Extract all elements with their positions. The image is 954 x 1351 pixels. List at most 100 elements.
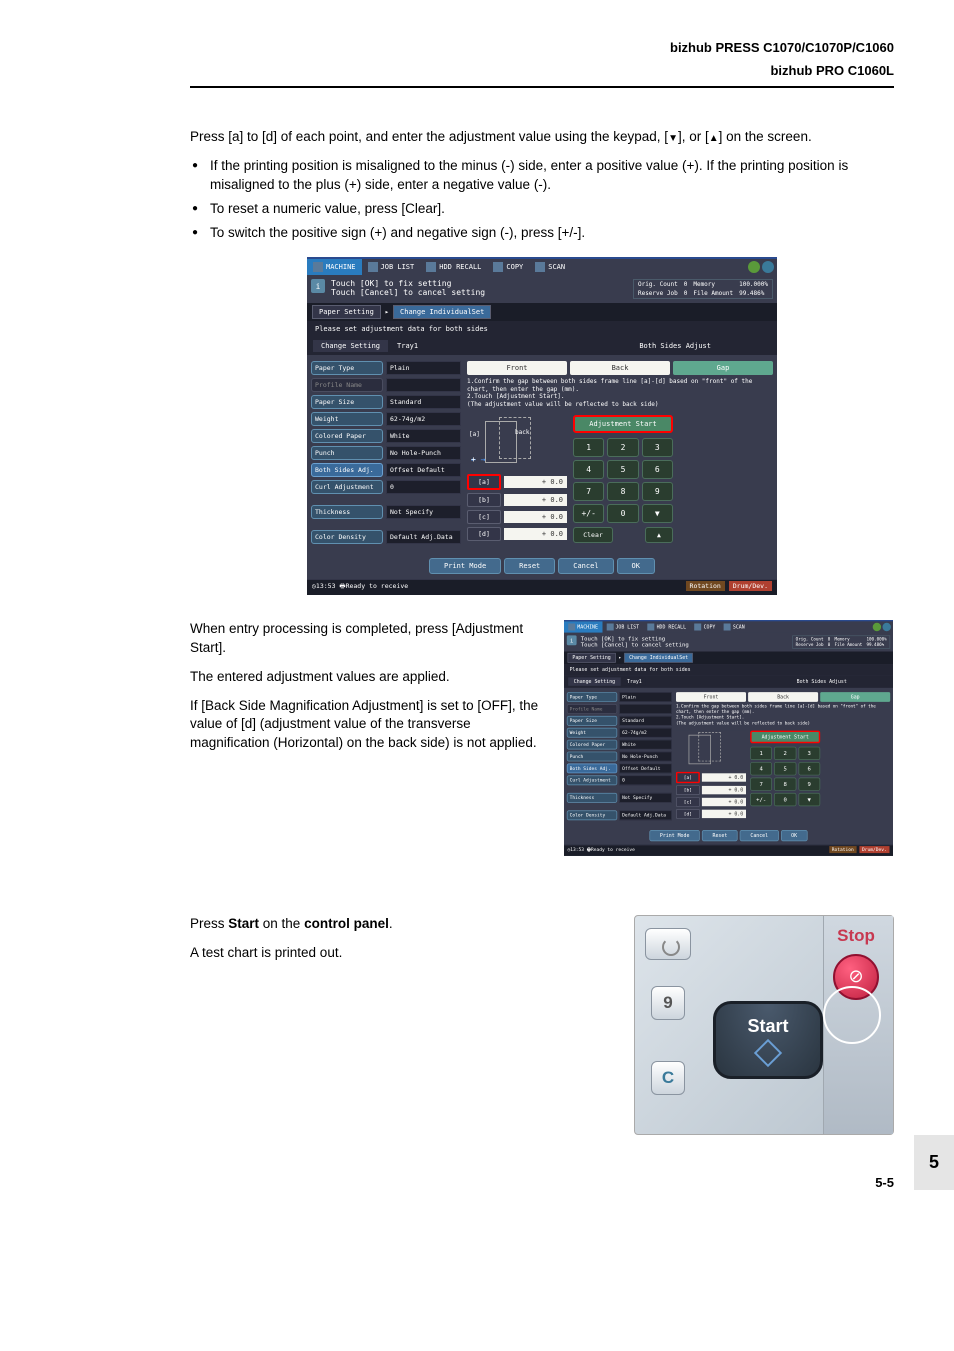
curl-adjustment-button[interactable]: Curl Adjustment [311,480,383,494]
adjustment-start-button[interactable]: Adjustment Start [573,415,673,433]
hdd-icon [426,262,436,272]
para-press-start: Press Start on the control panel. [190,915,614,934]
colored-paper-value: White [386,429,461,443]
up-arrow-icon [709,129,719,144]
para-entry-complete: When entry processing is completed, pres… [190,620,544,658]
adj-a-value: + 0.0 [504,476,567,488]
page-number: 5-5 [190,1175,894,1190]
cancel-button[interactable]: Cancel [558,558,613,574]
keypad-5[interactable]: 5 [607,460,638,479]
breadcrumb: Paper Setting ▸ Change IndividualSet [307,303,777,321]
diamond-icon [754,1039,782,1067]
colored-paper-button[interactable]: Colored Paper [311,429,383,443]
control-panel-photo: 9 C Start Stop ⊘ [634,915,894,1135]
tab-copy[interactable]: COPY [487,259,529,275]
curl-adjustment-value: 0 [386,480,461,494]
punch-button[interactable]: Punch [311,446,383,460]
header-divider [190,86,894,88]
adj-d-button[interactable]: [d] [467,527,501,541]
bullet-3: To switch the positive sign (+) and nega… [210,224,894,243]
ok-button[interactable]: OK [617,558,655,574]
tab-joblist[interactable]: JOB LIST [362,259,421,275]
adj-b-value: + 0.0 [504,494,567,506]
alignment-diagram: [a] back ← → + [a]+ 0.0 [b]+ 0.0 [c]+ 0.… [467,415,567,544]
screenshot-adjustment-dialog: MACHINE JOB LIST HDD RECALL COPY SCAN i … [307,257,777,594]
keypad-3[interactable]: 3 [642,438,673,457]
subtab-back[interactable]: Back [570,361,670,375]
subtab-front[interactable]: Front [467,361,567,375]
adj-a-button[interactable]: [a] [467,474,501,490]
confirm-instructions: 1.Confirm the gap between both sides fra… [467,378,773,409]
keypad-2[interactable]: 2 [607,438,638,457]
tab-machine[interactable]: MACHINE [307,259,362,275]
header-model-line1: bizhub PRESS C1070/C1070P/C1060 [190,40,894,55]
thickness-button[interactable]: Thickness [311,505,383,519]
para-back-mag-note: If [Back Side Magnification Adjustment] … [190,697,544,754]
keypad-down[interactable]: ▼ [642,504,673,523]
time: 13:53 [316,582,336,590]
dialog-instruction: Please set adjustment data for both side… [307,321,777,337]
copy-icon [493,262,503,272]
tab-scan[interactable]: SCAN [529,259,571,275]
left-settings-panel: Paper TypePlain Profile Name Paper SizeS… [311,361,461,547]
both-sides-adj-button[interactable]: Both Sides Adj. [311,463,383,477]
start-button-physical[interactable]: Start [713,1001,823,1079]
down-arrow-icon [668,129,678,144]
keypad-9[interactable]: 9 [642,482,673,501]
adj-d-value: + 0.0 [504,528,567,540]
reset-button[interactable]: Reset [504,558,555,574]
rotation-indicator: Rotation [686,581,725,591]
adj-c-value: + 0.0 [504,511,567,523]
header-model-line2: bizhub PRO C1060L [190,63,894,78]
both-sides-adj-value: Offset Default [386,463,461,477]
paper-size-button[interactable]: Paper Size [311,395,383,409]
print-mode-button[interactable]: Print Mode [429,558,501,574]
screenshot-adjustment-small: MACHINE JOB LIST HDD RECALL COPY SCAN i … [564,620,894,890]
info-icon: i [311,279,325,293]
keypad-1[interactable]: 1 [573,438,604,457]
bullet-2: To reset a numeric value, press [Clear]. [210,200,894,219]
profile-name-button: Profile Name [311,378,383,392]
dialog-title: Change Setting Tray1 Both Sides Adjust [307,337,777,355]
help-icon[interactable] [762,261,774,273]
drum-indicator: Drum/Dev. [729,581,772,591]
keypad-9-physical[interactable]: 9 [651,986,685,1020]
keypad-6[interactable]: 6 [642,460,673,479]
punch-value: No Hole-Punch [386,446,461,460]
keypad-pm[interactable]: +/- [573,504,604,523]
profile-name-value [386,378,461,392]
reset-button-physical[interactable] [645,928,691,960]
keypad-0[interactable]: 0 [607,504,638,523]
paper-type-button[interactable]: Paper Type [311,361,383,375]
para-values-applied: The entered adjustment values are applie… [190,668,544,687]
color-density-button[interactable]: Color Density [311,530,383,544]
color-density-value: Default Adj.Data [386,530,461,544]
weight-value: 62-74g/m2 [386,412,461,426]
stop-label: Stop [827,926,885,946]
keypad-8[interactable]: 8 [607,482,638,501]
crumb-paper-setting[interactable]: Paper Setting [312,305,381,319]
joblist-icon [368,262,378,272]
adj-b-button[interactable]: [b] [467,493,501,507]
instruction-bullets: If the printing position is misaligned t… [190,157,894,243]
crumb-change-individual[interactable]: Change IndividualSet [393,305,491,319]
ready-status: Ready to receive [346,582,409,590]
status-indicator-icon[interactable] [748,261,760,273]
weight-button[interactable]: Weight [311,412,383,426]
adj-c-button[interactable]: [c] [467,510,501,524]
keypad-up[interactable]: ▲ [645,527,673,543]
subtab-gap[interactable]: Gap [673,361,773,375]
tab-hdd-recall[interactable]: HDD RECALL [420,259,487,275]
keypad-clear[interactable]: Clear [573,527,613,543]
keypad-7[interactable]: 7 [573,482,604,501]
paper-type-value: Plain [386,361,461,375]
info-message: Touch [OK] to fix settingTouch [Cancel] … [331,279,485,298]
scan-icon [535,262,545,272]
keypad-4[interactable]: 4 [573,460,604,479]
keypad-c-physical[interactable]: C [651,1061,685,1095]
section-tab: 5 [914,1135,954,1190]
thickness-value: Not Specify [386,505,461,519]
instruction-para-1: Press [a] to [d] of each point, and ente… [190,128,894,147]
para-test-chart: A test chart is printed out. [190,944,614,963]
bullet-1: If the printing position is misaligned t… [210,157,894,195]
